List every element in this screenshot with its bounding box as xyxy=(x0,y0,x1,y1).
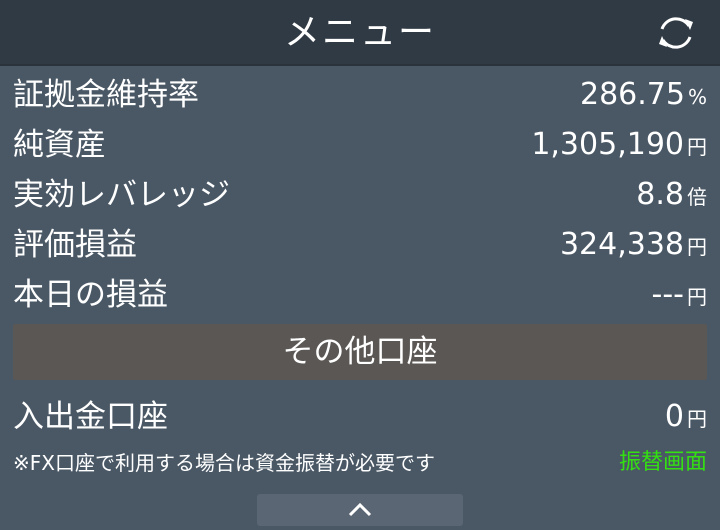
effective-leverage-value: 8.8 xyxy=(636,177,684,212)
deposit-account-row: 入出金口座 0円 xyxy=(0,392,720,442)
unrealized-pl-value: 324,338 xyxy=(559,227,684,262)
margin-ratio-row: 証拠金維持率 286.75% xyxy=(0,70,720,120)
effective-leverage-row: 実効レバレッジ 8.8 倍 xyxy=(0,170,720,220)
net-assets-value: 1,305,190 xyxy=(531,127,684,162)
deposit-account-label: 入出金口座 xyxy=(13,399,168,435)
transfer-screen-link[interactable]: 振替画面 xyxy=(619,448,707,478)
other-accounts-button[interactable]: その他口座 xyxy=(13,324,707,380)
today-pl-unit: 円 xyxy=(687,285,707,309)
margin-ratio-unit: % xyxy=(687,85,707,109)
today-pl-value: --- xyxy=(651,277,684,312)
effective-leverage-unit: 倍 xyxy=(687,185,707,209)
deposit-account-value: 0 xyxy=(664,399,684,434)
deposit-account-unit: 円 xyxy=(687,407,707,431)
account-summary: 証拠金維持率 286.75% 純資産 1,305,190 円 実効レバレッジ 8.… xyxy=(0,70,720,320)
unrealized-pl-row: 評価損益 324,338 円 xyxy=(0,220,720,270)
effective-leverage-label: 実効レバレッジ xyxy=(13,177,230,213)
page-title: メニュー xyxy=(283,12,436,53)
transfer-note: ※FX口座で利用する場合は資金振替が必要です xyxy=(13,451,435,475)
margin-ratio-value: 286.75 xyxy=(580,77,685,112)
net-assets-label: 純資産 xyxy=(13,127,106,163)
unrealized-pl-unit: 円 xyxy=(687,235,707,259)
today-pl-label: 本日の損益 xyxy=(13,277,168,313)
refresh-icon[interactable] xyxy=(652,9,700,57)
chevron-up-icon xyxy=(348,502,372,517)
collapse-button[interactable] xyxy=(257,494,463,526)
net-assets-row: 純資産 1,305,190 円 xyxy=(0,120,720,170)
header-bar: メニュー xyxy=(0,0,720,66)
today-pl-row: 本日の損益 --- 円 xyxy=(0,270,720,320)
unrealized-pl-label: 評価損益 xyxy=(13,227,137,263)
net-assets-unit: 円 xyxy=(687,135,707,159)
margin-ratio-label: 証拠金維持率 xyxy=(13,77,199,113)
